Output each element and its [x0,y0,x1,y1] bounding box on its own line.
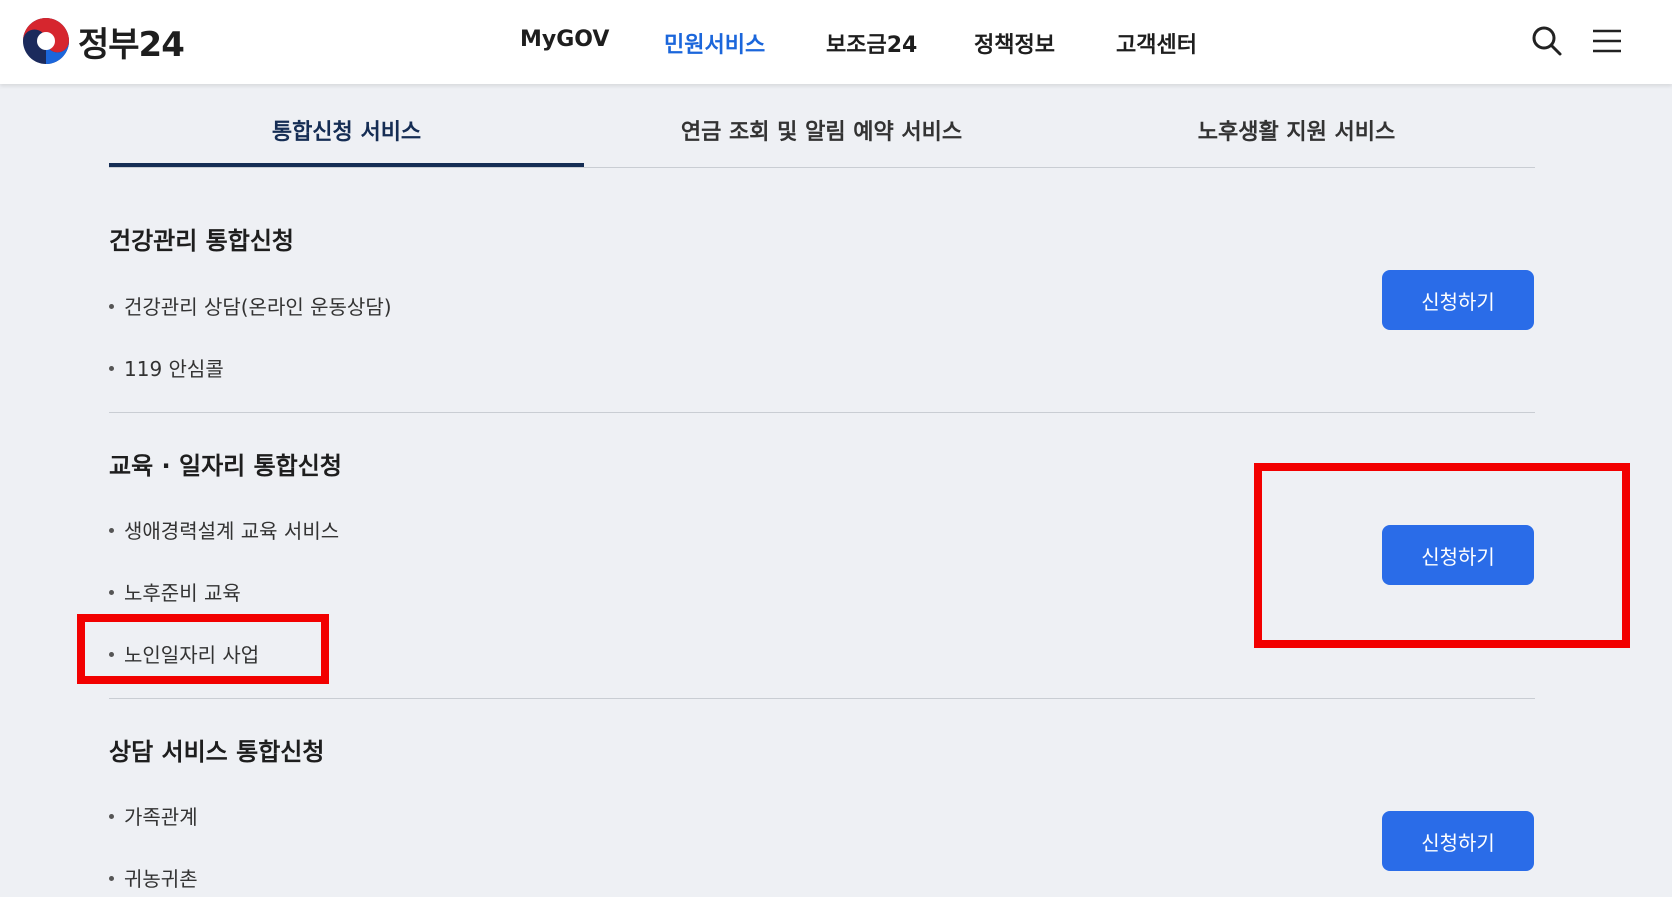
nav-policy-info[interactable]: 정책정보 [974,27,1055,59]
nav-customer-center[interactable]: 고객센터 [1116,27,1197,59]
nav-subsidy24[interactable]: 보조금24 [826,27,917,59]
list-item: 귀농귀촌 [109,863,198,892]
section-title-counseling: 상담 서비스 통합신청 [109,738,325,766]
list-item-label: 건강관리 상담(온라인 운동상담) [124,295,392,319]
list-item-label: 노후준비 교육 [124,581,241,605]
list-item-label: 119 안심콜 [124,357,224,381]
main-nav: MyGOV 민원서비스 보조금24 정책정보 고객센터 [0,0,1672,84]
highlight-box-button [1254,463,1630,648]
section-divider [109,698,1535,699]
bullet-icon [109,366,114,371]
apply-button-health[interactable]: 신청하기 [1382,270,1534,330]
list-item-label: 생애경력설계 교육 서비스 [124,519,340,543]
list-item: 건강관리 상담(온라인 운동상담) [109,291,392,320]
bullet-icon [109,814,114,819]
site-header: 정부24 MyGOV 민원서비스 보조금24 정책정보 고객센터 [0,0,1672,84]
bullet-icon [109,876,114,881]
list-item-label: 귀농귀촌 [124,867,198,891]
search-icon[interactable] [1530,24,1564,58]
bullet-icon [109,590,114,595]
service-tabs: 통합신청 서비스 연금 조회 및 알림 예약 서비스 노후생활 지원 서비스 [109,100,1535,168]
section-title-health: 건강관리 통합신청 [109,227,294,255]
section-title-education-job: 교육 · 일자리 통합신청 [109,452,342,480]
tab-integrated-application[interactable]: 통합신청 서비스 [109,100,584,167]
tab-senior-life-support[interactable]: 노후생활 지원 서비스 [1059,100,1534,167]
bullet-icon [109,528,114,533]
highlight-box-item [77,614,329,684]
list-item: 119 안심콜 [109,353,224,382]
section-divider [109,412,1535,413]
list-item: 노후준비 교육 [109,577,241,606]
list-item: 생애경력설계 교육 서비스 [109,515,339,544]
apply-button-counseling[interactable]: 신청하기 [1382,811,1534,871]
nav-mygov[interactable]: MyGOV [520,27,609,52]
list-item-label: 가족관계 [124,805,198,829]
tab-pension-inquiry[interactable]: 연금 조회 및 알림 예약 서비스 [584,100,1059,167]
nav-civil-service[interactable]: 민원서비스 [664,27,765,59]
list-item: 가족관계 [109,801,198,830]
menu-icon[interactable] [1590,24,1624,58]
bullet-icon [109,304,114,309]
